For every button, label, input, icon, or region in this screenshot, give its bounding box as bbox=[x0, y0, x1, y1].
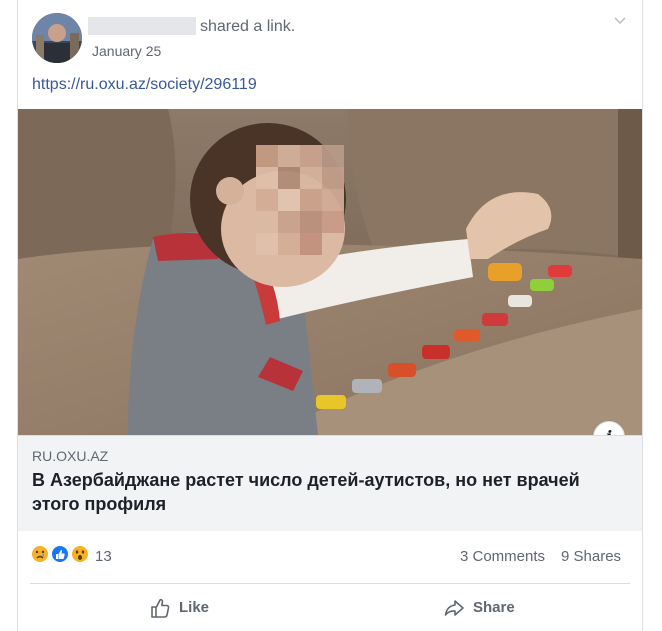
link-caption[interactable]: RU.OXU.AZ В Азербайджане растет число де… bbox=[18, 435, 642, 531]
post-card: shared a link. January 25 https://ru.oxu… bbox=[17, 0, 643, 631]
reaction-count[interactable]: 13 bbox=[95, 548, 112, 566]
share-button[interactable]: Share bbox=[443, 594, 533, 622]
comments-count-link[interactable]: 3 Comments bbox=[460, 548, 545, 566]
like-label: Like bbox=[179, 599, 210, 616]
article-image[interactable] bbox=[18, 109, 642, 435]
shared-link-text: shared a link. bbox=[200, 18, 296, 35]
author-name-redacted[interactable] bbox=[88, 17, 196, 35]
profile-avatar[interactable] bbox=[32, 13, 82, 63]
link-domain: RU.OXU.AZ bbox=[32, 448, 109, 464]
like-button[interactable]: Like bbox=[149, 594, 229, 622]
share-arrow-icon bbox=[444, 600, 464, 616]
thumbs-up-icon bbox=[151, 598, 170, 618]
chevron-down-icon[interactable] bbox=[612, 12, 628, 28]
action-divider bbox=[30, 583, 630, 584]
wow-reaction-icon bbox=[70, 544, 90, 564]
post-url-link[interactable]: https://ru.oxu.az/society/296119 bbox=[32, 75, 257, 95]
like-reaction-icon bbox=[50, 544, 70, 564]
link-preview-card[interactable]: i RU.OXU.AZ В Азербайджане растет число … bbox=[18, 109, 642, 531]
shares-count-link[interactable]: 9 Shares bbox=[561, 548, 621, 566]
link-title[interactable]: В Азербайджане растет число детей-аутист… bbox=[32, 468, 612, 516]
sad-reaction-icon bbox=[30, 544, 50, 564]
share-label: Share bbox=[473, 599, 515, 616]
post-timestamp[interactable]: January 25 bbox=[92, 42, 161, 60]
